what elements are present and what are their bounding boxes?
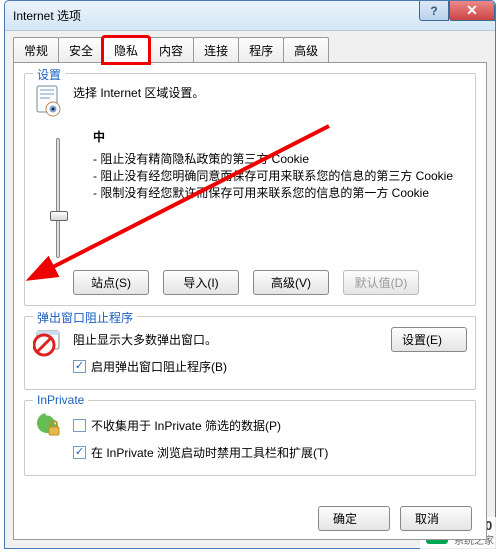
tab-privacy[interactable]: 隐私 [103, 37, 149, 63]
inprivate-disable-toolbars-checkbox[interactable] [73, 446, 86, 459]
inprivate-nodata-checkbox[interactable] [73, 419, 86, 432]
settings-group-title: 设置 [33, 66, 65, 83]
popup-settings-button[interactable]: 设置(E) [391, 327, 467, 352]
close-button[interactable]: ✕ [449, 1, 495, 21]
privacy-zone-icon [34, 84, 62, 118]
window-title: Internet 选项 [13, 7, 81, 24]
tab-programs[interactable]: 程序 [238, 37, 284, 63]
popup-group: 弹出窗口阻止程序 阻止显示大多数弹出窗口。 设置(E) 启用弹出窗口阻止程序(B [24, 316, 476, 390]
popup-enable-label: 启用弹出窗口阻止程序(B) [91, 358, 227, 375]
tab-strip: 常规 安全 隐私 内容 连接 程序 高级 [5, 31, 495, 63]
settings-group: 设置 选择 Internet 区域设置。 [24, 73, 476, 306]
default-button[interactable]: 默认值(D) [343, 270, 419, 295]
sites-button[interactable]: 站点(S) [73, 270, 149, 295]
privacy-level: 中 [93, 128, 467, 145]
tab-advanced[interactable]: 高级 [283, 37, 329, 63]
inprivate-nodata-label: 不收集用于 InPrivate 筛选的数据(P) [91, 417, 281, 434]
tab-general[interactable]: 常规 [13, 37, 59, 63]
titlebar[interactable]: Internet 选项 ? ✕ [5, 1, 495, 31]
question-icon: ? [430, 4, 437, 18]
slider-thumb[interactable] [50, 211, 68, 221]
privacy-bullets: - 阻止没有精简隐私政策的第三方 Cookie - 阻止没有经您明确同意而保存可… [93, 151, 467, 201]
help-button[interactable]: ? [419, 1, 449, 21]
inprivate-group: InPrivate 不收集用于 InPrivate 筛选的数据(P) [24, 400, 476, 476]
tab-content[interactable]: 内容 [148, 37, 194, 63]
inprivate-icon [33, 411, 63, 441]
import-button[interactable]: 导入(I) [163, 270, 239, 295]
tab-pane: 设置 选择 Internet 区域设置。 [13, 62, 487, 540]
tab-security[interactable]: 安全 [58, 37, 104, 63]
cancel-button[interactable]: 取消 [400, 506, 472, 531]
popup-group-title: 弹出窗口阻止程序 [33, 309, 137, 326]
settings-desc: 选择 Internet 区域设置。 [73, 84, 467, 101]
tab-connections[interactable]: 连接 [193, 37, 239, 63]
inprivate-group-title: InPrivate [33, 393, 88, 407]
bullet-2: - 阻止没有经您明确同意而保存可用来联系您的信息的第三方 Cookie [93, 168, 467, 185]
popup-desc: 阻止显示大多数弹出窗口。 [73, 331, 217, 348]
bullet-3: - 限制没有经您默许而保存可用来联系您的信息的第一方 Cookie [93, 185, 467, 202]
privacy-slider[interactable] [56, 138, 60, 258]
ok-button[interactable]: 确定 [318, 506, 390, 531]
popup-block-icon [33, 327, 63, 357]
popup-enable-checkbox[interactable] [73, 360, 86, 373]
advanced-button[interactable]: 高级(V) [253, 270, 329, 295]
inprivate-disable-toolbars-label: 在 InPrivate 浏览启动时禁用工具栏和扩展(T) [91, 444, 328, 461]
bullet-1: - 阻止没有精简隐私政策的第三方 Cookie [93, 151, 467, 168]
close-icon: ✕ [466, 2, 478, 19]
